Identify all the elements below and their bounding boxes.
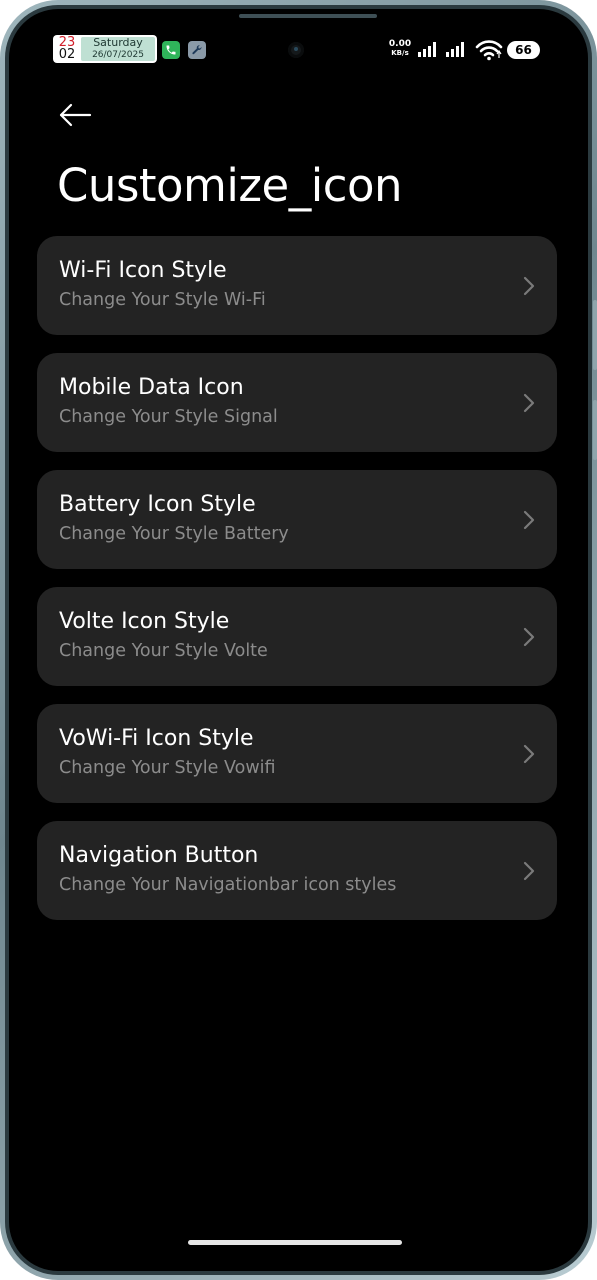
list-item-title: Volte Icon Style [59,609,230,634]
list-item-volte-icon-style[interactable]: Volte Icon Style Change Your Style Volte [37,587,557,686]
chevron-right-icon [523,744,535,764]
clock-date: Saturday 26/07/2025 [81,37,155,61]
phone-bezel: 23 02 Saturday 26/07/2025 0.00 KB/s 66 C… [5,5,592,1275]
list-item-subtitle: Change Your Navigationbar icon styles [59,875,397,895]
list-item-subtitle: Change Your Style Battery [59,524,289,544]
network-speed-unit: KB/s [391,49,409,57]
list-item-wifi-icon-style[interactable]: Wi-Fi Icon Style Change Your Style Wi-Fi [37,236,557,335]
back-button[interactable] [53,93,97,137]
page-title: Customize_icon [57,159,403,212]
chevron-right-icon [523,861,535,881]
chevron-right-icon [523,627,535,647]
battery-icon: 66 [507,41,540,59]
list-item-subtitle: Change Your Style Vowifi [59,758,276,778]
list-item-title: VoWi-Fi Icon Style [59,726,254,751]
list-item-title: Mobile Data Icon [59,375,244,400]
clock-minute: 02 [58,47,76,62]
wifi-icon [475,39,503,61]
list-item-subtitle: Change Your Style Signal [59,407,278,427]
list-item-title: Wi-Fi Icon Style [59,258,227,283]
list-item-vowifi-icon-style[interactable]: VoWi-Fi Icon Style Change Your Style Vow… [37,704,557,803]
arrow-left-icon [59,103,92,127]
home-indicator[interactable] [188,1240,402,1245]
clock-day: Saturday [93,36,143,49]
network-speed-value: 0.00 [388,39,412,49]
list-item-title: Battery Icon Style [59,492,256,517]
battery-level: 66 [515,43,532,57]
list-item-subtitle: Change Your Style Volte [59,641,268,661]
volume-button [593,300,597,370]
signal-icon [418,41,438,57]
list-item-title: Navigation Button [59,843,259,868]
signal-icon [446,41,466,57]
wrench-icon [188,41,206,59]
chevron-right-icon [523,393,535,413]
front-camera [288,42,304,58]
phone-frame: 23 02 Saturday 26/07/2025 0.00 KB/s 66 C… [0,0,597,1280]
chevron-right-icon [523,510,535,530]
clock-date-text: 26/07/2025 [92,50,144,60]
chevron-right-icon [523,276,535,296]
power-button [593,400,597,460]
clock-time: 23 02 [53,35,81,63]
earpiece [239,14,377,18]
clock-widget: 23 02 Saturday 26/07/2025 [53,35,157,63]
phone-icon [162,41,180,59]
settings-list: Wi-Fi Icon Style Change Your Style Wi-Fi… [37,236,557,938]
list-item-navigation-button[interactable]: Navigation Button Change Your Navigation… [37,821,557,920]
list-item-subtitle: Change Your Style Wi-Fi [59,290,266,310]
list-item-battery-icon-style[interactable]: Battery Icon Style Change Your Style Bat… [37,470,557,569]
network-speed: 0.00 KB/s [388,40,412,58]
list-item-mobile-data-icon[interactable]: Mobile Data Icon Change Your Style Signa… [37,353,557,452]
screen: 23 02 Saturday 26/07/2025 0.00 KB/s 66 C… [9,9,588,1271]
